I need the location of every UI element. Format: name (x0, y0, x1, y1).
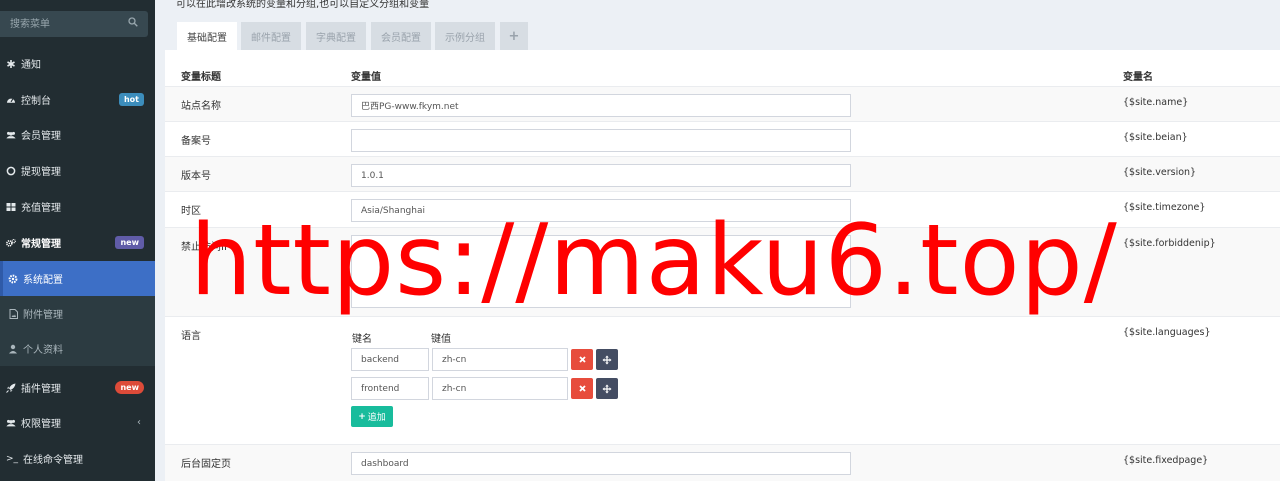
sidebar-item-general[interactable]: 常规管理 new (0, 225, 155, 260)
remove-row-button[interactable] (571, 349, 593, 370)
terminal-icon: >_ (6, 453, 19, 464)
tab-member[interactable]: 会员配置 (371, 22, 431, 50)
sidebar-item-dashboard[interactable]: 控制台 hot (0, 82, 155, 117)
table-row: 后台固定页 {$site.fixedpage} (165, 444, 1280, 481)
row-variable: {$site.name} (1123, 97, 1189, 108)
table-row: 语言 键名 键值 + 追加 {$site.languages} (165, 316, 1280, 444)
forbidden-ip-textarea[interactable] (351, 235, 851, 308)
tab-basic[interactable]: 基础配置 (177, 22, 237, 50)
search-icon[interactable] (128, 17, 138, 27)
language-key-input[interactable] (351, 377, 429, 400)
sidebar-item-label: 系统配置 (23, 275, 63, 286)
row-variable: {$site.fixedpage} (1123, 455, 1209, 466)
version-input[interactable] (351, 164, 851, 187)
arrows-icon (602, 384, 612, 393)
menu-search-input[interactable] (10, 15, 120, 33)
row-label: 站点名称 (181, 101, 221, 112)
drag-row-button[interactable] (596, 378, 618, 399)
row-label: 备案号 (181, 136, 211, 147)
sidebar-item-label: 控制台 (21, 96, 51, 107)
new-badge: new (115, 381, 144, 394)
grid-icon (6, 202, 16, 212)
times-icon (578, 356, 586, 363)
menu-search (0, 11, 148, 37)
table-row: 版本号 {$site.version} (165, 156, 1280, 191)
language-value-input[interactable] (432, 348, 568, 371)
row-label: 版本号 (181, 171, 211, 182)
row-variable: {$site.version} (1123, 167, 1197, 178)
sidebar-item-label: 会员管理 (21, 131, 61, 142)
table-row: 时区 {$site.timezone} (165, 191, 1280, 227)
sidebar-item-label: 提现管理 (21, 167, 61, 178)
users-icon (6, 418, 16, 428)
sidebar-item-withdraw[interactable]: 提现管理 (0, 153, 155, 188)
row-variable: {$site.timezone} (1123, 202, 1206, 213)
timezone-input[interactable] (351, 199, 851, 222)
row-variable: {$site.beian} (1123, 132, 1188, 143)
sidebar-item-members[interactable]: 会员管理 (0, 117, 155, 152)
sidebar-item-recharge[interactable]: 充值管理 (0, 189, 155, 224)
config-panel: 变量标题 变量值 变量名 站点名称 {$site.name} 备案号 {$sit… (165, 50, 1280, 481)
sidebar-item-label: 个人资料 (23, 345, 63, 356)
sidebar-item-label: 插件管理 (21, 384, 61, 395)
table-row: 备案号 {$site.beian} (165, 121, 1280, 156)
sidebar: 通知 控制台 hot 会员管理 提现管理 充值管理 常规管理 new 系统配置 … (0, 0, 155, 481)
sidebar-item-label: 充值管理 (21, 203, 61, 214)
drag-row-button[interactable] (596, 349, 618, 370)
tab-add-button[interactable]: + (500, 22, 528, 50)
sidebar-item-online-command[interactable]: >_ 在线命令管理 (0, 441, 155, 476)
row-label: 禁止访问IP (181, 242, 230, 253)
page-description: 可以在此增改系统的变量和分组,也可以自定义分组和变量 (176, 0, 430, 10)
row-label: 语言 (181, 331, 201, 342)
site-name-input[interactable] (351, 94, 851, 117)
asterisk-icon (6, 59, 16, 69)
fixed-page-input[interactable] (351, 452, 851, 475)
plus-icon: + (358, 411, 366, 422)
key-column-header: 键名 (352, 334, 372, 345)
new-badge: new (115, 236, 144, 249)
users-icon (6, 130, 16, 140)
user-icon (8, 344, 18, 354)
beian-input[interactable] (351, 129, 851, 152)
sidebar-item-plugins[interactable]: 插件管理 new (0, 370, 155, 405)
table-row: 禁止访问IP {$site.forbiddenip} (165, 227, 1280, 316)
header-value: 变量值 (351, 72, 381, 83)
table-row: 站点名称 {$site.name} (165, 86, 1280, 121)
tab-email[interactable]: 邮件配置 (241, 22, 301, 50)
language-key-input[interactable] (351, 348, 429, 371)
sidebar-item-label: 附件管理 (23, 310, 63, 321)
rocket-icon (6, 383, 16, 393)
gear-icon (8, 274, 18, 284)
row-label: 后台固定页 (181, 459, 231, 470)
sidebar-item-permissions[interactable]: 权限管理 ‹ (0, 405, 155, 440)
sidebar-item-label: 常规管理 (21, 239, 61, 250)
row-label: 时区 (181, 206, 201, 217)
tab-example-group[interactable]: 示例分组 (435, 22, 495, 50)
sidebar-item-notice[interactable]: 通知 (0, 46, 155, 81)
dashboard-icon (6, 95, 16, 105)
row-variable: {$site.languages} (1123, 327, 1211, 338)
value-column-header: 键值 (431, 334, 451, 345)
sidebar-item-label: 权限管理 (21, 419, 61, 430)
remove-row-button[interactable] (571, 378, 593, 399)
tab-dictionary[interactable]: 字典配置 (306, 22, 366, 50)
file-image-icon (8, 308, 18, 319)
sidebar-item-attachments[interactable]: 附件管理 (0, 296, 155, 331)
arrows-icon (602, 355, 612, 364)
append-button[interactable]: + 追加 (351, 406, 393, 427)
hot-badge: hot (118, 93, 144, 106)
chevron-left-icon[interactable]: ‹ (137, 417, 141, 428)
sidebar-item-profile[interactable]: 个人资料 (0, 331, 155, 366)
sidebar-item-label: 在线命令管理 (23, 455, 84, 466)
append-label: 追加 (367, 413, 386, 423)
cogs-icon (6, 238, 16, 248)
times-icon (578, 385, 586, 392)
header-name: 变量名 (1123, 72, 1153, 83)
header-title: 变量标题 (181, 72, 221, 83)
language-value-input[interactable] (432, 377, 568, 400)
sidebar-item-label: 通知 (21, 60, 41, 71)
sidebar-item-system-config[interactable]: 系统配置 (0, 261, 155, 296)
row-variable: {$site.forbiddenip} (1123, 238, 1216, 249)
circle-icon (6, 166, 16, 176)
